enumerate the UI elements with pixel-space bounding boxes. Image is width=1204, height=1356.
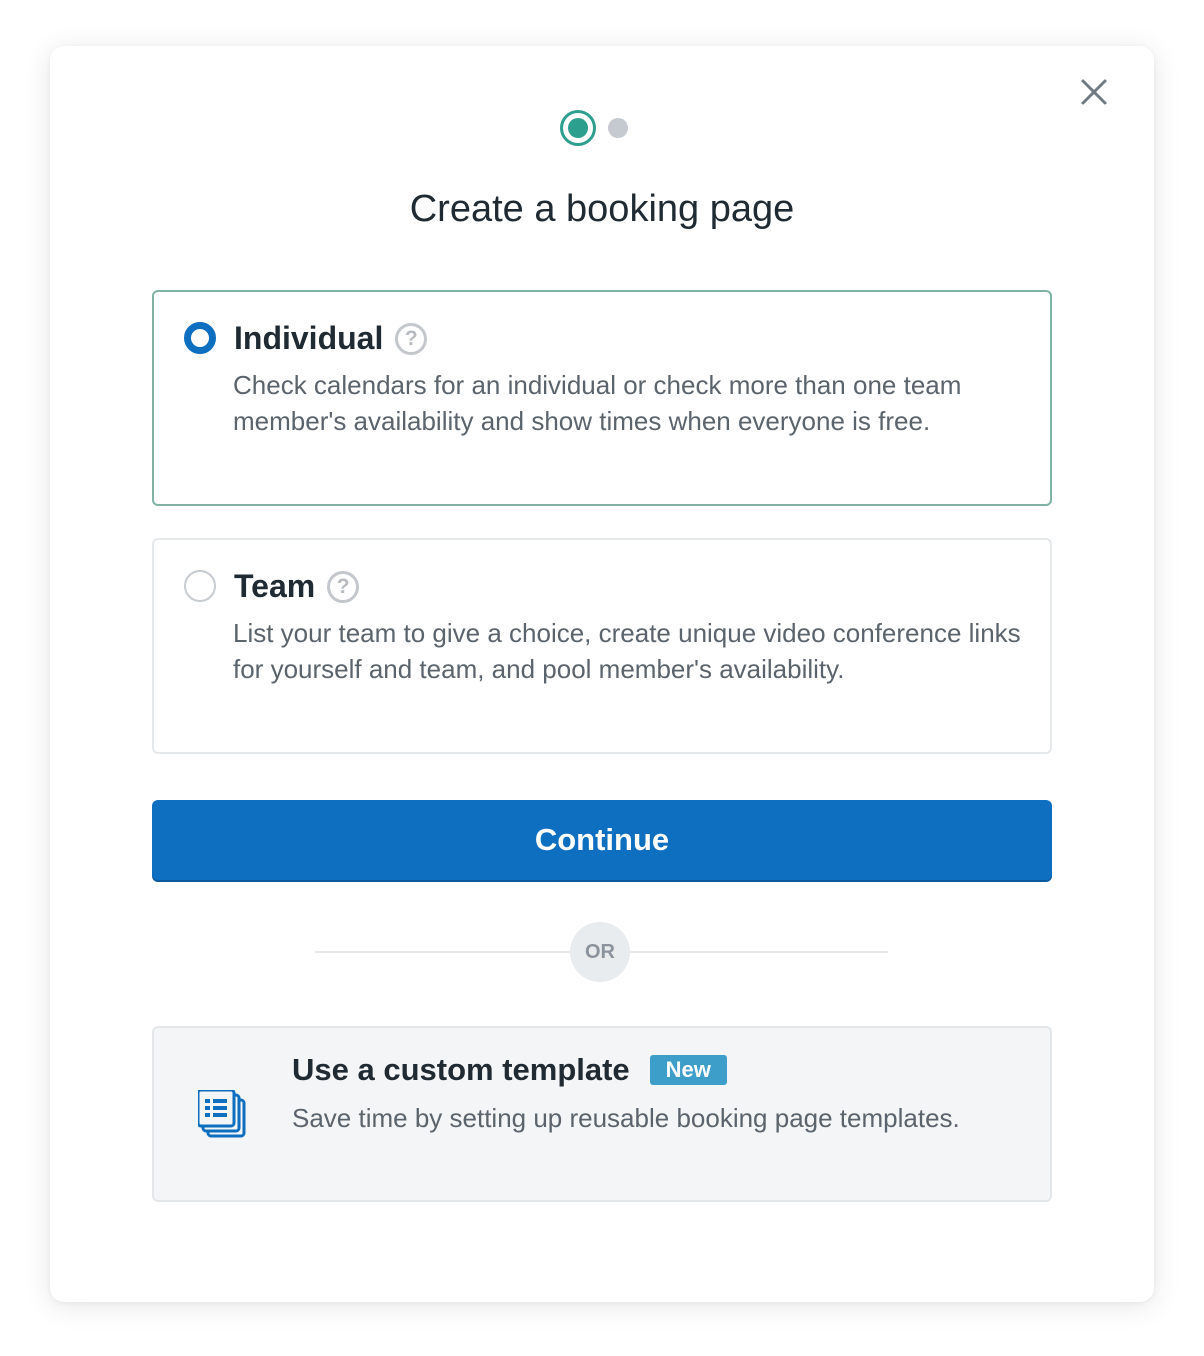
template-stack-icon (198, 1090, 246, 1138)
template-description: Save time by setting up reusable booking… (292, 1103, 960, 1133)
divider-line-left (315, 951, 570, 953)
step-indicator (560, 110, 628, 146)
divider-line-right (630, 951, 888, 953)
step-1-active (560, 110, 596, 146)
template-title: Use a custom template (292, 1052, 630, 1087)
continue-button[interactable]: Continue (152, 800, 1052, 880)
help-circle-icon[interactable]: ? (327, 570, 360, 603)
team-description: List your team to give a choice, create … (233, 618, 1021, 684)
option-team[interactable]: Team ? List your team to give a choice, … (152, 538, 1052, 754)
team-radio[interactable] (184, 570, 216, 602)
new-badge: New (649, 1055, 727, 1085)
help-circle-icon[interactable]: ? (395, 322, 428, 355)
option-individual[interactable]: Individual ? Check calendars for an indi… (152, 290, 1052, 506)
modal-title: Create a booking page (409, 188, 795, 230)
close-button[interactable] (1076, 72, 1112, 112)
individual-description: Check calendars for an individual or che… (233, 370, 962, 436)
close-icon (1081, 79, 1107, 105)
step-2-inactive (608, 118, 628, 138)
create-booking-page-modal: Create a booking page Individual ? Check… (50, 46, 1154, 1302)
individual-radio[interactable] (184, 322, 216, 354)
individual-label: Individual (234, 320, 384, 356)
team-label: Team (234, 568, 316, 604)
custom-template-card[interactable]: Use a custom template New Save time by s… (152, 1026, 1052, 1202)
or-divider-badge: OR (570, 922, 630, 982)
